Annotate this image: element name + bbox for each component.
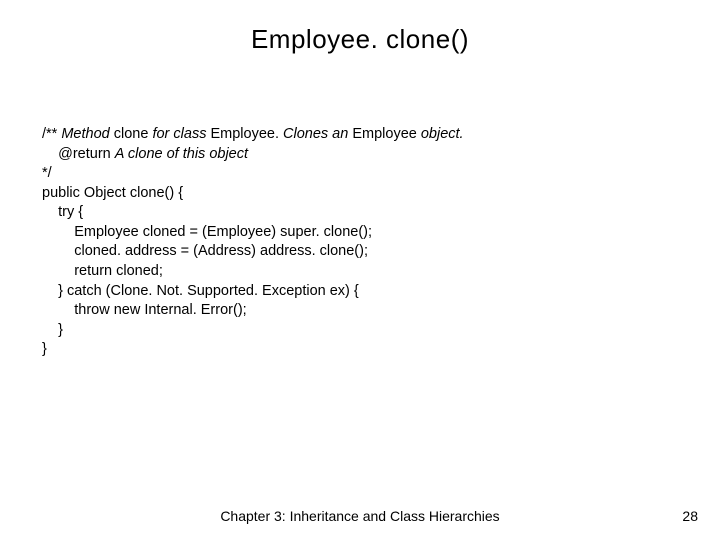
code-doc-word: object. bbox=[421, 126, 464, 142]
code-line: } catch (Clone. Not. Supported. Exceptio… bbox=[42, 283, 359, 299]
code-line: Employee cloned = (Employee) super. clon… bbox=[42, 224, 372, 240]
code-line: try { bbox=[42, 204, 83, 220]
code-line: public Object clone() { bbox=[42, 185, 183, 201]
code-doc-word: for class bbox=[152, 126, 210, 142]
code-comment-open: /** bbox=[42, 126, 61, 142]
page-number: 28 bbox=[682, 508, 698, 524]
footer-text: Chapter 3: Inheritance and Class Hierarc… bbox=[0, 508, 720, 524]
code-line: } bbox=[42, 322, 63, 338]
code-line: cloned. address = (Address) address. clo… bbox=[42, 243, 368, 259]
code-doc-tag: @return bbox=[42, 146, 115, 162]
footer: Chapter 3: Inheritance and Class Hierarc… bbox=[0, 508, 720, 524]
code-classname: Employee. bbox=[210, 126, 283, 142]
code-line: } bbox=[42, 341, 47, 357]
code-comment-close: */ bbox=[42, 165, 52, 181]
code-doc-word: Clones an bbox=[283, 126, 352, 142]
code-doc-word: Method bbox=[61, 126, 113, 142]
code-block: /** Method clone for class Employee. Clo… bbox=[42, 125, 464, 360]
slide-title: Employee. clone() bbox=[0, 0, 720, 55]
code-classname: Employee bbox=[352, 126, 421, 142]
code-doc-desc: A clone of this object bbox=[115, 146, 248, 162]
code-identifier: clone bbox=[114, 126, 153, 142]
code-line: throw new Internal. Error(); bbox=[42, 302, 247, 318]
code-line: return cloned; bbox=[42, 263, 163, 279]
